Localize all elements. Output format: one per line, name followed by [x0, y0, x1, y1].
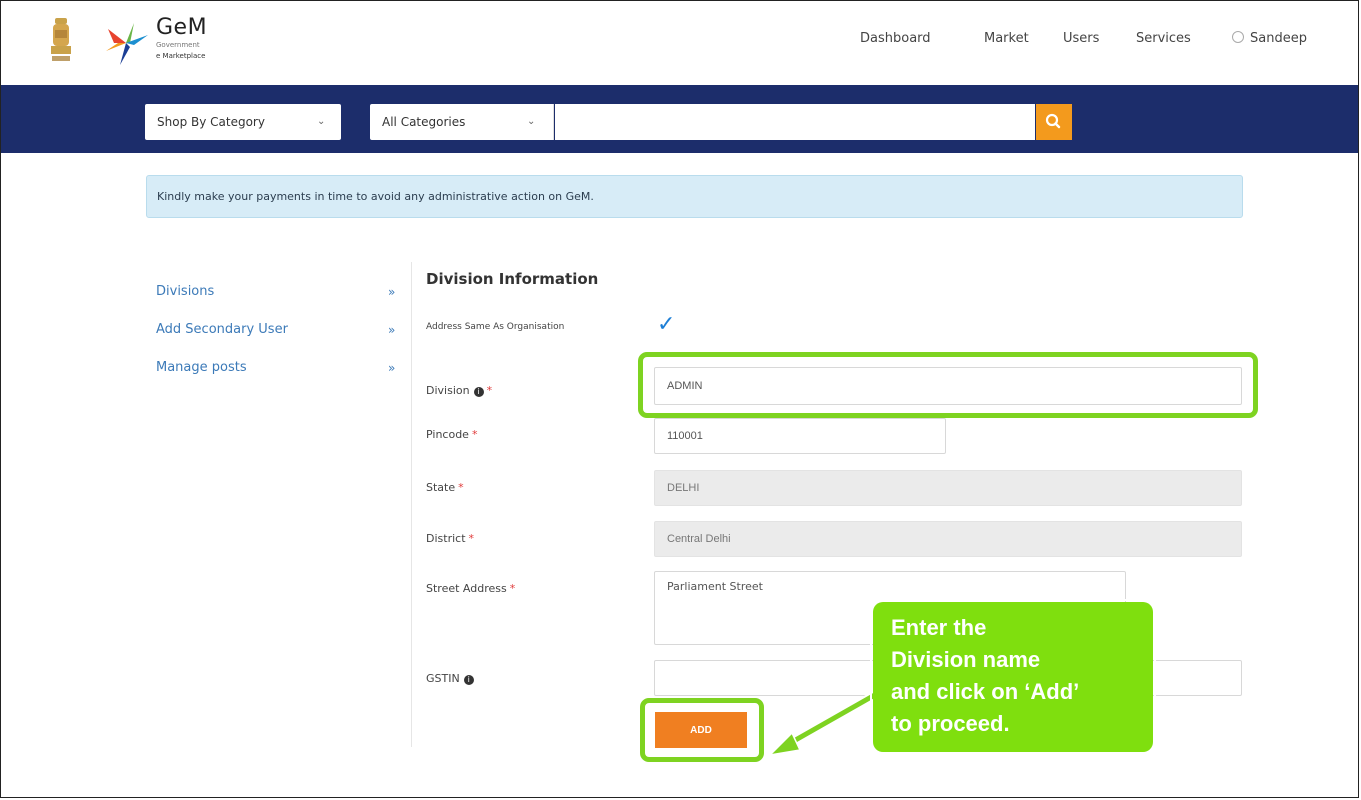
- callout-arrow: [767, 687, 885, 757]
- callout-border: [870, 599, 1156, 755]
